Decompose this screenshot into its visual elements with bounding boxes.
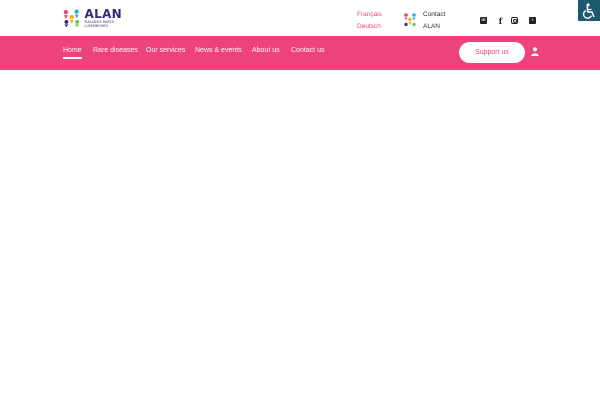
linkedin-icon[interactable]: in (480, 17, 487, 24)
facebook-icon[interactable]: f (497, 17, 504, 25)
alan-logo-icon (63, 9, 80, 28)
logo-tagline-2: LUXEMBOURG (84, 24, 109, 28)
language-link-deutsch[interactable]: Deutsch (357, 23, 381, 30)
nav-item-our-services[interactable]: Our services (146, 47, 185, 54)
nav-item-news-events[interactable]: News & events (195, 47, 242, 54)
wheelchair-icon (582, 2, 595, 19)
logo-title: ALAN (84, 6, 122, 21)
main-content-area (0, 70, 600, 400)
top-header: ALAN MALADIES RARES LUXEMBOURG Français … (0, 0, 600, 36)
language-link-francais[interactable]: Français (357, 11, 382, 18)
page: ALAN MALADIES RARES LUXEMBOURG Français … (0, 0, 600, 400)
alan-logo[interactable]: ALAN MALADIES RARES LUXEMBOURG (62, 6, 122, 30)
nav-item-home[interactable]: Home (63, 47, 82, 59)
accessibility-toggle-button[interactable] (578, 0, 600, 21)
user-icon[interactable] (531, 47, 539, 56)
contact-link-line-1[interactable]: Contact (423, 11, 445, 18)
nav-item-about-us[interactable]: About us (252, 47, 280, 54)
instagram-icon[interactable] (511, 17, 518, 24)
contact-logo-icon (404, 13, 416, 27)
contact-link-line-2[interactable]: ALAN (423, 23, 440, 30)
logo-text: ALAN MALADIES RARES LUXEMBOURG (85, 8, 122, 28)
tiktok-icon[interactable]: ♪ (529, 17, 536, 24)
support-us-button[interactable]: Support us (459, 42, 525, 63)
nav-item-rare-diseases[interactable]: Rare diseases (93, 47, 138, 54)
nav-item-contact-us[interactable]: Contact us (291, 47, 324, 54)
